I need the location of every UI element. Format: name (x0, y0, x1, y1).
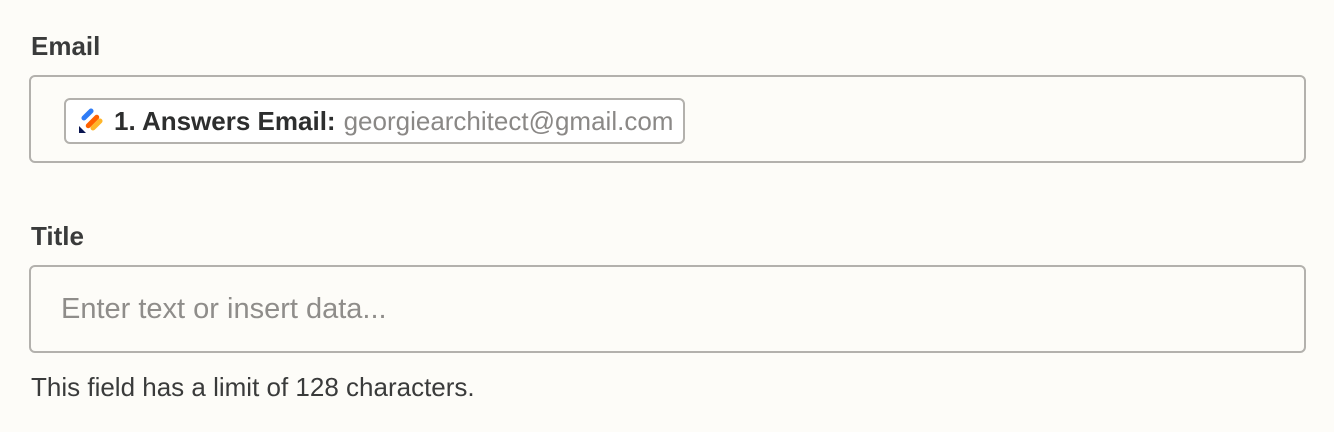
email-field[interactable]: 1. Answers Email: georgiearchitect@gmail… (29, 75, 1306, 163)
title-field-label: Title (31, 221, 84, 251)
pill-key: 1. Answers Email: (114, 105, 336, 136)
jotform-pencil-icon (78, 108, 104, 134)
title-help-text: This field has a limit of 128 characters… (31, 372, 475, 402)
pill-value: georgiearchitect@gmail.com (343, 105, 674, 136)
email-data-pill[interactable]: 1. Answers Email: georgiearchitect@gmail… (64, 98, 686, 144)
title-field-box (29, 265, 1306, 353)
email-field-label: Email (31, 31, 101, 61)
title-input[interactable] (31, 267, 1304, 351)
